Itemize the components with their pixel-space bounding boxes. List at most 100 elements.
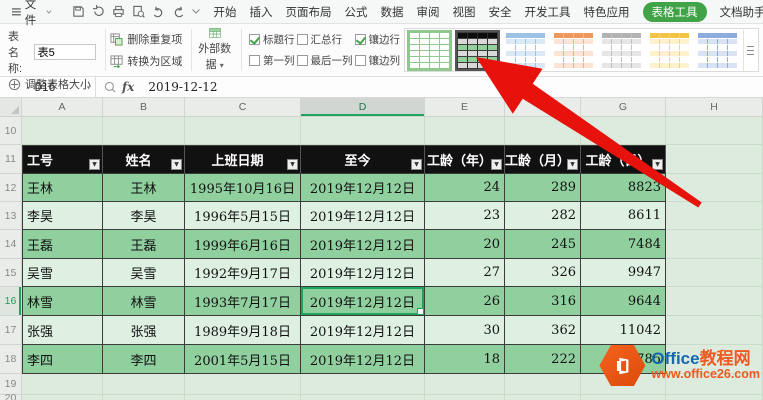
column-header-G[interactable]: G (581, 98, 666, 116)
empty-cell-B19[interactable] (103, 374, 185, 395)
cell-F15[interactable]: 326 (505, 259, 581, 287)
cell-F18[interactable]: 222 (505, 345, 581, 374)
cell-A17[interactable]: 张强 (22, 316, 103, 345)
table-style-dark-green[interactable] (455, 30, 500, 71)
tab-开始[interactable]: 开始 (214, 4, 237, 20)
print-preview-icon[interactable] (132, 5, 145, 18)
empty-cell-B10[interactable] (103, 117, 185, 145)
empty-cell-B20[interactable] (103, 395, 185, 400)
cell-E13[interactable]: 23 (425, 202, 505, 230)
filter-dropdown-icon[interactable]: ▼ (567, 159, 578, 170)
cell-G14[interactable]: 7484 (581, 230, 666, 259)
cell-D13[interactable]: 2019年12月12日 (301, 202, 425, 230)
save-icon[interactable] (72, 5, 85, 18)
tab-公式[interactable]: 公式 (345, 4, 368, 20)
row-header-18[interactable]: 18 (0, 345, 22, 374)
convert-to-range-button[interactable]: 转换为区域 (110, 53, 182, 69)
cell-G12[interactable]: 8823 (581, 174, 666, 202)
empty-cell-A10[interactable] (22, 117, 103, 145)
option-第一列[interactable]: 第一列 (249, 53, 295, 68)
tab-数据[interactable]: 数据 (381, 4, 404, 20)
option-最后一列[interactable]: 最后一列 (297, 53, 353, 68)
empty-cell-F20[interactable] (505, 395, 581, 400)
table-style-yellow[interactable] (647, 30, 692, 71)
row-header-16[interactable]: 16 (0, 287, 22, 316)
empty-cell[interactable] (666, 174, 763, 202)
fx-icon[interactable]: fx (122, 80, 134, 94)
option-镶边列[interactable]: 镶边列 (355, 53, 401, 68)
cell-G15[interactable]: 9947 (581, 259, 666, 287)
tab-文档助手[interactable]: 文档助手 (720, 4, 763, 20)
cell-D18[interactable]: 2019年12月12日 (301, 345, 425, 374)
cell-C18[interactable]: 2001年5月15日 (185, 345, 301, 374)
cell-D17[interactable]: 2019年12月12日 (301, 316, 425, 345)
column-header-A[interactable]: A (22, 98, 103, 116)
cell-E18[interactable]: 18 (425, 345, 505, 374)
filter-dropdown-icon[interactable]: ▼ (287, 159, 298, 170)
redo-icon[interactable] (172, 6, 185, 18)
column-header-E[interactable]: E (425, 98, 505, 116)
row-header-14[interactable]: 14 (0, 230, 22, 259)
cell-C16[interactable]: 1993年7月17日 (185, 287, 301, 316)
cell-E12[interactable]: 24 (425, 174, 505, 202)
cell-F17[interactable]: 362 (505, 316, 581, 345)
table-header-cell-D[interactable]: 至今▼ (301, 145, 425, 174)
formula-value[interactable]: 2019-12-12 (142, 80, 217, 94)
cell-D14[interactable]: 2019年12月12日 (301, 230, 425, 259)
empty-cell-F10[interactable] (505, 117, 581, 145)
empty-cell-H10[interactable] (666, 117, 763, 145)
name-box[interactable]: D16 ▾ (0, 77, 96, 97)
empty-cell[interactable] (666, 145, 763, 174)
table-name-input[interactable] (34, 44, 96, 60)
cell-B13[interactable]: 李昊 (103, 202, 185, 230)
cell-F14[interactable]: 245 (505, 230, 581, 259)
row-header-12[interactable]: 12 (0, 174, 22, 202)
table-style-orange[interactable] (551, 30, 596, 71)
table-header-cell-A[interactable]: 工号▼ (22, 145, 103, 174)
tab-特色应用[interactable]: 特色应用 (584, 4, 630, 20)
cell-F12[interactable]: 289 (505, 174, 581, 202)
filter-dropdown-icon[interactable]: ▼ (89, 159, 100, 170)
cell-E17[interactable]: 30 (425, 316, 505, 345)
cell-E16[interactable]: 26 (425, 287, 505, 316)
cell-A18[interactable]: 李四 (22, 345, 103, 374)
cell-B17[interactable]: 张强 (103, 316, 185, 345)
filter-dropdown-icon[interactable]: ▼ (491, 159, 502, 170)
column-header-C[interactable]: C (185, 98, 301, 116)
empty-cell-G20[interactable] (581, 395, 666, 400)
empty-cell-H20[interactable] (666, 395, 763, 400)
option-汇总行[interactable]: 汇总行 (297, 32, 353, 47)
empty-cell[interactable] (666, 230, 763, 259)
cell-C15[interactable]: 1992年9月17日 (185, 259, 301, 287)
table-header-cell-E[interactable]: 工龄（年）▼ (425, 145, 505, 174)
empty-cell-D19[interactable] (301, 374, 425, 395)
cell-B12[interactable]: 王林 (103, 174, 185, 202)
table-style-gray[interactable] (599, 30, 644, 71)
cell-A15[interactable]: 吴雪 (22, 259, 103, 287)
table-header-cell-B[interactable]: 姓名▼ (103, 145, 185, 174)
cell-A16[interactable]: 林雪 (22, 287, 103, 316)
row-header-17[interactable]: 17 (0, 316, 22, 345)
option-镶边行[interactable]: 镶边行 (355, 32, 401, 47)
cell-A13[interactable]: 李昊 (22, 202, 103, 230)
cell-D16[interactable]: 2019年12月12日 (301, 287, 425, 316)
filter-dropdown-icon[interactable]: ▼ (652, 159, 663, 170)
cell-C13[interactable]: 1996年5月15日 (185, 202, 301, 230)
empty-cell[interactable] (666, 202, 763, 230)
table-header-cell-C[interactable]: 上班日期▼ (185, 145, 301, 174)
file-menu-button[interactable]: 文件 (6, 0, 58, 28)
external-data-button[interactable]: 外部数据 ▾ (195, 27, 238, 73)
tab-审阅[interactable]: 审阅 (417, 4, 440, 20)
empty-cell-C19[interactable] (185, 374, 301, 395)
empty-cell[interactable] (666, 287, 763, 316)
cell-B16[interactable]: 林雪 (103, 287, 185, 316)
tab-表格工具[interactable]: 表格工具 (643, 2, 707, 22)
cell-C14[interactable]: 1999年6月16日 (185, 230, 301, 259)
select-all-corner[interactable] (0, 98, 22, 116)
option-标题行[interactable]: 标题行 (249, 32, 295, 47)
table-header-cell-G[interactable]: 工龄（日）▼ (581, 145, 666, 174)
qat-dropdown-icon[interactable] (192, 9, 200, 14)
empty-cell-E19[interactable] (425, 374, 505, 395)
table-style-green-outline[interactable] (407, 30, 452, 71)
empty-cell[interactable] (666, 316, 763, 345)
